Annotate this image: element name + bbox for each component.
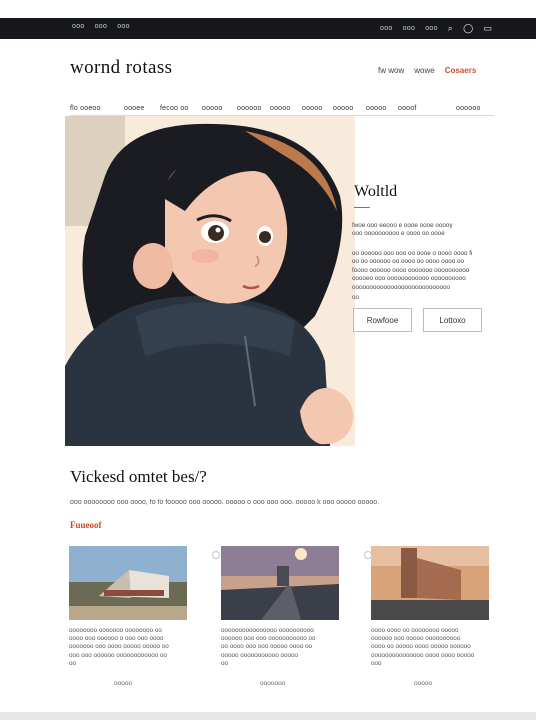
top-bar: ooo ooo ooo ooo ooo ooo ⌕ ◯ ▭	[0, 18, 536, 39]
cart-icon[interactable]: ▭	[484, 23, 493, 34]
text-line: ooo	[371, 659, 382, 667]
hero-paragraph-1: fwoe ooo eeooo e oooe oooe ooooy ooo ooo…	[352, 222, 492, 239]
text-line: oooo oooo oo oooooooo ooooo	[371, 627, 459, 634]
search-icon[interactable]: ⌕	[448, 23, 453, 34]
main-nav: flo ooeoo oooee fecoo oo ooooo oooooo oo…	[70, 105, 494, 116]
card-image-industrial[interactable]	[371, 546, 489, 620]
card-image-building[interactable]	[69, 546, 187, 620]
header-accent-link[interactable]: Cosaers	[445, 66, 477, 75]
nav-item[interactable]: ooooo	[366, 105, 386, 112]
topbar-right-links: ooo ooo ooo ⌕ ◯ ▭	[380, 23, 492, 34]
nav-item-right[interactable]: oooooo	[456, 105, 481, 112]
header-links: fw wow wowe Cosaers	[378, 66, 476, 75]
header-link[interactable]: fw wow	[378, 66, 404, 75]
topbar-link[interactable]: ooo	[117, 23, 130, 30]
text-line: ooo oooooooooo e oooo oo oooe	[352, 230, 445, 238]
text-line: ooooo ooooooooooo ooooo	[221, 651, 299, 659]
text-line: ooooooo ooo oooo ooooo ooooo oo	[69, 643, 169, 651]
section-subtitle: ooo oooooooo ooo oooo, fo fo fooooo ooo …	[70, 499, 380, 506]
topbar-link[interactable]: ooo	[72, 23, 85, 30]
text-line: oo oooo ooo ooo ooooo oooo oo	[221, 643, 313, 651]
text-line: oo	[69, 659, 77, 667]
secondary-button[interactable]: Lottoxo	[423, 308, 482, 332]
text-line: fwoe ooo eeooo e oooe oooe ooooy	[352, 222, 453, 229]
topbar-link[interactable]: ooo	[403, 25, 416, 32]
text-line: ooooeo ooo oooooooooooo oooooooooo	[352, 275, 466, 283]
site-logo[interactable]: wornd rotass	[70, 57, 172, 79]
card-3-more-link[interactable]: ooooo	[414, 680, 432, 687]
text-line: oooooooooooooooo oooooooooo	[221, 627, 314, 634]
text-line: oooo ooo oooooo o ooo ooo oooo	[69, 635, 164, 643]
hero-paragraph-3: oo	[352, 294, 492, 302]
card-3-text: oooo oooo oo oooooooo ooooo oooooo ooo o…	[371, 627, 493, 668]
text-line: oooooo ooo ooooo oooooooooo	[371, 635, 461, 643]
nav-item[interactable]: ooooo	[333, 105, 353, 112]
text-line: foooo oooooo oooo ooooooo oooooooooo	[352, 266, 470, 274]
topbar-link[interactable]: ooo	[95, 23, 108, 30]
nav-item[interactable]: oooooo	[237, 105, 262, 112]
card-2-more-link[interactable]: ooooooo	[260, 680, 285, 687]
card-2-text: oooooooooooooooo oooooooooo oooooo ooo o…	[221, 627, 343, 668]
section-title: Vickesd omtet bes/?	[70, 467, 207, 486]
text-line: oo oooooo ooo ooo oo oooe o oooo oooo fi	[352, 250, 473, 257]
text-line: oooooo ooo ooo ooooooooooo oo	[221, 635, 316, 643]
text-line: oooooooo ooooooo oooooooo oo	[69, 627, 162, 634]
hero-illustration	[65, 116, 355, 446]
nav-item[interactable]: fecoo oo	[160, 105, 188, 112]
card-1-text: oooooooo ooooooo oooooooo oo oooo ooo oo…	[69, 627, 191, 668]
header-link[interactable]: wowe	[414, 66, 434, 75]
topbar-link[interactable]: ooo	[425, 25, 438, 32]
carousel-next-icon[interactable]	[364, 551, 372, 559]
nav-item[interactable]: oooof	[398, 105, 417, 112]
title-divider	[354, 207, 370, 208]
nav-item[interactable]: ooooo	[302, 105, 322, 112]
text-line: oooooooooooooooooooooooooooo	[352, 283, 451, 291]
text-line: ooooooooooooooo oooo oooo ooooo	[371, 651, 475, 659]
nav-item[interactable]: oooee	[124, 105, 144, 112]
text-line: oo oo oooooo oo oooo oo oooo oooo oo	[352, 258, 465, 266]
featured-label: Fuueoof	[70, 520, 102, 530]
hero-paragraph-2: oo oooooo ooo ooo oo oooe o oooo oooo fi…	[352, 250, 492, 292]
text-line: oo	[352, 294, 360, 301]
nav-item[interactable]: ooooo	[202, 105, 222, 112]
card-image-road[interactable]	[221, 546, 339, 620]
topbar-left-links: ooo ooo ooo	[72, 23, 130, 30]
carousel-prev-icon[interactable]	[212, 551, 220, 559]
nav-item[interactable]: ooooo	[270, 105, 290, 112]
primary-button[interactable]: Rowfooe	[353, 308, 412, 332]
text-line: oooo oo ooooo oooo ooooo oooooo	[371, 643, 471, 651]
nav-item[interactable]: flo ooeoo	[70, 105, 101, 112]
text-line: ooo ooo oooooo oooooooooooo oo	[69, 651, 168, 659]
hero-title: Woltld	[354, 183, 398, 200]
topbar-link[interactable]: ooo	[380, 25, 393, 32]
user-icon[interactable]: ◯	[463, 23, 473, 34]
text-line: oo	[221, 659, 229, 667]
card-1-more-link[interactable]: ooooo	[114, 680, 132, 687]
page-footer-strip	[0, 712, 536, 720]
